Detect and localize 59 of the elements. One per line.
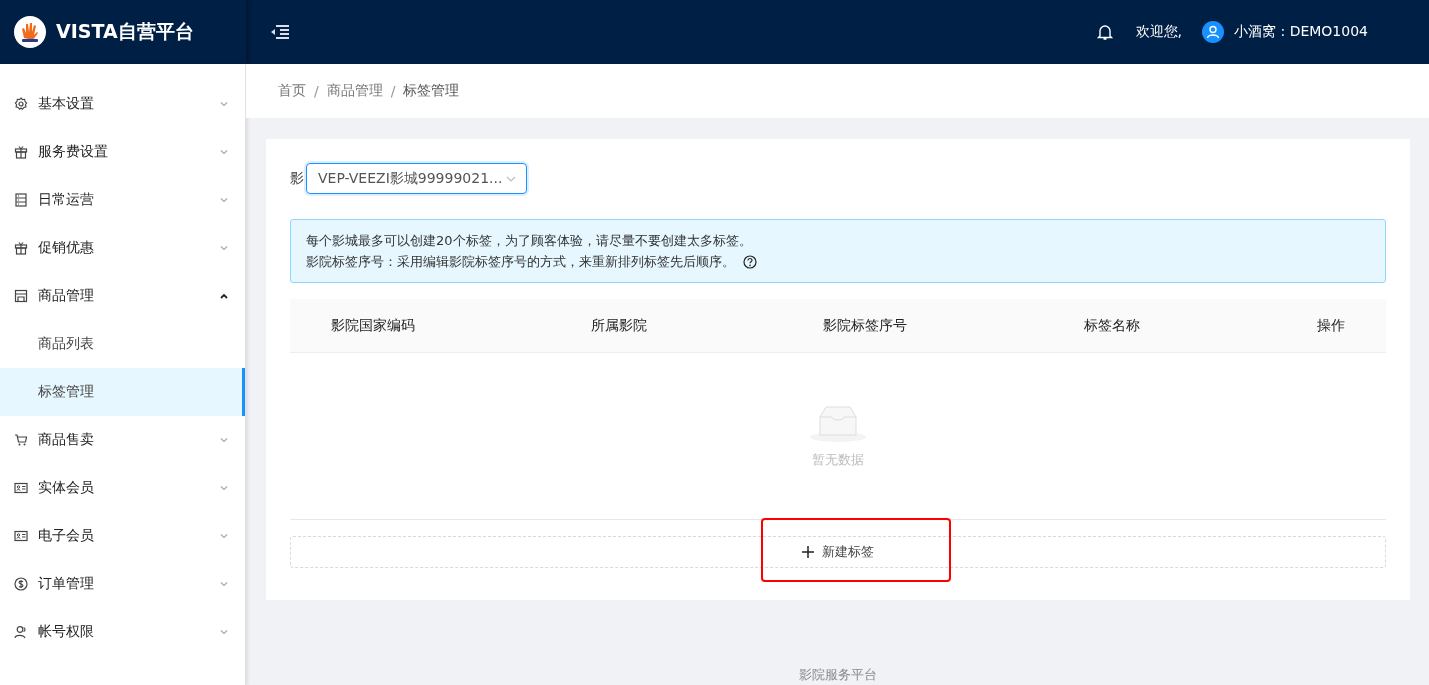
breadcrumb-separator: / bbox=[390, 83, 396, 99]
chevron-icon bbox=[219, 195, 229, 205]
sidebar-item[interactable]: 基本设置 bbox=[0, 80, 245, 128]
chevron-icon bbox=[219, 483, 229, 493]
sidebar-subitem[interactable]: 商品列表 bbox=[0, 320, 245, 368]
cinema-select[interactable]: VEP-VEEZI影城99999021... bbox=[306, 163, 527, 194]
menu-fold-icon[interactable] bbox=[270, 24, 290, 40]
chevron-icon bbox=[219, 291, 229, 301]
chevron-icon bbox=[219, 435, 229, 445]
help-icon[interactable] bbox=[743, 254, 757, 269]
column-header: 所属影院 bbox=[591, 316, 648, 335]
user-icon bbox=[14, 625, 28, 639]
chevron-icon bbox=[219, 147, 229, 157]
sidebar-item[interactable]: 日常运营 bbox=[0, 176, 245, 224]
breadcrumb-link[interactable]: 首页 bbox=[278, 82, 306, 100]
sidebar-item[interactable]: 电子会员 bbox=[0, 512, 245, 560]
gear-icon bbox=[14, 97, 28, 111]
column-header: 操作 bbox=[1317, 316, 1345, 335]
empty-text: 暂无数据 bbox=[812, 451, 864, 469]
chevron-icon bbox=[219, 99, 229, 109]
sidebar-item[interactable]: 商品管理 bbox=[0, 272, 245, 320]
column-header: 影院标签序号 bbox=[823, 316, 908, 335]
sidebar-item[interactable]: 实体会员 bbox=[0, 464, 245, 512]
logo-icon bbox=[14, 16, 46, 48]
column-header: 影院国家编码 bbox=[331, 316, 416, 335]
empty-inbox-icon bbox=[810, 403, 866, 443]
breadcrumb-current: 标签管理 bbox=[403, 82, 460, 100]
chevron-icon bbox=[219, 627, 229, 637]
list-icon bbox=[14, 193, 28, 207]
welcome-text: 欢迎您, bbox=[1135, 23, 1182, 41]
chevron-icon bbox=[219, 531, 229, 541]
cart-icon bbox=[14, 433, 28, 447]
plus-icon bbox=[802, 546, 814, 558]
breadcrumb-link[interactable]: 商品管理 bbox=[326, 82, 383, 100]
user-name[interactable]: 小酒窝 : DEMO1004 bbox=[1234, 23, 1368, 41]
add-tag-button[interactable]: 新建标签 bbox=[290, 536, 1386, 568]
chevron-icon bbox=[219, 579, 229, 589]
brand-title: VISTA自营平台 bbox=[56, 19, 194, 44]
sidebar-item[interactable]: 商品售卖 bbox=[0, 416, 245, 464]
breadcrumb-separator: / bbox=[314, 83, 319, 99]
sidebar-item[interactable]: 订单管理 bbox=[0, 560, 245, 608]
dollar-icon bbox=[14, 577, 28, 591]
sidebar-item[interactable]: 服务费设置 bbox=[0, 128, 245, 176]
avatar-icon[interactable] bbox=[1202, 21, 1224, 43]
alert-text: 影院标签序号：采用编辑影院标签序号的方式，来重新排列标签先后顺序。 bbox=[306, 253, 735, 271]
sidebar-item[interactable]: 促销优惠 bbox=[0, 224, 245, 272]
alert-text: 每个影城最多可以创建20个标签，为了顾客体验，请尽量不要创建太多标签。 bbox=[306, 232, 752, 250]
sidebar-subitem[interactable]: 标签管理 bbox=[0, 368, 245, 416]
bell-icon[interactable] bbox=[1095, 23, 1114, 41]
chevron-icon bbox=[219, 243, 229, 253]
filter-label: 影 bbox=[290, 169, 304, 188]
id-card-icon bbox=[14, 481, 28, 495]
gift-icon bbox=[14, 241, 28, 255]
gift-icon bbox=[14, 145, 28, 159]
footer-text: 影院服务平台 bbox=[797, 666, 878, 684]
sidebar-item[interactable]: 帐号权限 bbox=[0, 608, 245, 656]
column-header: 标签名称 bbox=[1084, 316, 1141, 335]
store-icon bbox=[14, 289, 28, 303]
id-card-icon bbox=[14, 529, 28, 543]
